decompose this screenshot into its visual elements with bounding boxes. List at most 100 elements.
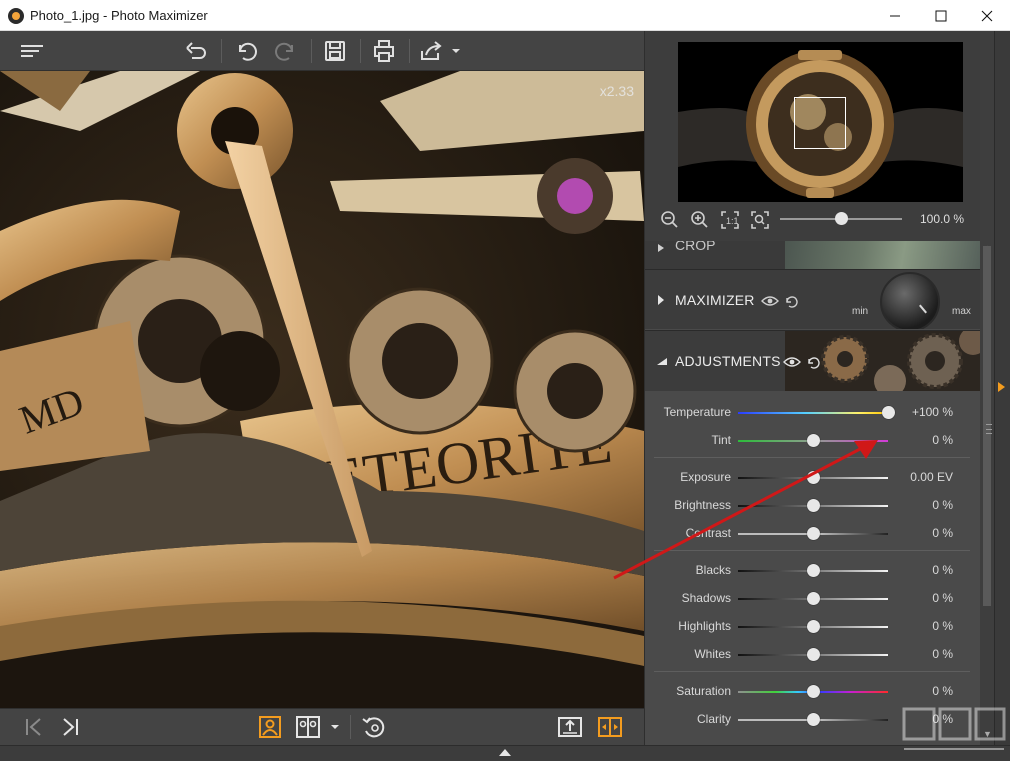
save-button[interactable] xyxy=(319,35,351,67)
navigator-thumbnail[interactable] xyxy=(678,42,963,202)
zoom-slider-handle[interactable] xyxy=(835,212,848,225)
image-canvas[interactable]: ETEORITE MD x2.33 xyxy=(0,71,644,708)
brightness-label: Brightness xyxy=(674,498,731,512)
adjustment-group-separator xyxy=(654,550,970,551)
zoom-factor-label: x2.33 xyxy=(599,83,634,99)
blacks-slider-handle[interactable] xyxy=(807,564,820,577)
resize-grip-icon[interactable] xyxy=(986,424,992,434)
adjustments-section-title: ADJUSTMENTS xyxy=(675,353,781,369)
brightness-slider-row: Brightness 0 % xyxy=(645,494,981,518)
view-dropdown-icon xyxy=(331,725,339,729)
temperature-slider-row: Temperature +100 % xyxy=(645,401,981,425)
actual-size-button[interactable] xyxy=(750,210,770,230)
undo-button[interactable] xyxy=(230,35,262,67)
exposure-label: Exposure xyxy=(680,470,731,484)
close-icon xyxy=(981,10,993,21)
split-view-button[interactable] xyxy=(594,711,626,743)
split-view-icon xyxy=(598,717,622,737)
temperature-slider-handle[interactable] xyxy=(882,406,895,419)
menu-icon xyxy=(21,45,43,57)
panel-scrollbar[interactable]: ▲ ▼ xyxy=(980,31,994,745)
adjustments-section-header[interactable]: ADJUSTMENTS xyxy=(645,330,981,391)
watch-photo: ETEORITE MD xyxy=(0,71,644,708)
whites-slider-row: Whites 0 % xyxy=(645,643,981,667)
fit-to-window-button[interactable]: 1:1 xyxy=(720,210,740,230)
saturation-label: Saturation xyxy=(676,684,731,698)
tint-slider-handle[interactable] xyxy=(807,434,820,447)
navigator-view-rectangle[interactable] xyxy=(794,97,846,149)
zoom-percentage: 100.0 % xyxy=(920,212,965,226)
blacks-slider-row: Blacks 0 % xyxy=(645,559,981,583)
clarity-slider-handle[interactable] xyxy=(807,713,820,726)
tint-label: Tint xyxy=(711,433,731,447)
first-image-icon xyxy=(26,718,41,736)
rotate-button[interactable] xyxy=(358,711,390,743)
knob-max-label: max xyxy=(952,306,971,317)
collapse-arrow-icon xyxy=(657,358,667,365)
maximizer-section-title: MAXIMIZER xyxy=(675,292,755,308)
menu-button[interactable] xyxy=(16,35,48,67)
navigator-panel: 1:1 100.0 % xyxy=(645,31,995,241)
print-icon xyxy=(374,40,394,62)
minimize-icon xyxy=(890,15,900,16)
title-bar: Photo_1.jpg - Photo Maximizer xyxy=(0,0,1010,31)
single-view-button[interactable] xyxy=(254,711,286,743)
contrast-slider-handle[interactable] xyxy=(807,527,820,540)
zoom-in-button[interactable] xyxy=(690,210,710,230)
brightness-slider-handle[interactable] xyxy=(807,499,820,512)
next-image-icon xyxy=(63,718,78,736)
maximizer-section-header[interactable]: MAXIMIZER min max xyxy=(645,269,981,329)
maximizer-knob[interactable] xyxy=(880,272,940,329)
window-title: Photo_1.jpg - Photo Maximizer xyxy=(30,8,208,23)
brightness-value: 0 % xyxy=(932,498,953,512)
compare-view-button[interactable] xyxy=(292,711,324,743)
clarity-label: Clarity xyxy=(696,712,731,726)
tint-value: 0 % xyxy=(932,433,953,447)
share-button[interactable] xyxy=(418,35,462,67)
saturation-slider-row: Saturation 0 % xyxy=(645,680,981,704)
panel-collapse-strip xyxy=(986,31,1010,745)
bottom-toolbar xyxy=(0,708,644,745)
crop-section-header[interactable]: CROP xyxy=(645,241,981,269)
exposure-value: 0.00 EV xyxy=(910,470,953,484)
exposure-slider-handle[interactable] xyxy=(807,471,820,484)
export-button[interactable] xyxy=(554,711,586,743)
highlights-slider-row: Highlights 0 % xyxy=(645,615,981,639)
compare-view-icon xyxy=(296,716,320,738)
whites-slider-handle[interactable] xyxy=(807,648,820,661)
show-filmstrip-icon[interactable] xyxy=(499,749,511,756)
temperature-slider-track[interactable] xyxy=(738,412,888,414)
print-button[interactable] xyxy=(368,35,400,67)
temperature-value: +100 % xyxy=(911,405,953,419)
app-logo-icon xyxy=(8,8,24,24)
reset-icon[interactable] xyxy=(784,294,798,308)
shadows-slider-handle[interactable] xyxy=(807,592,820,605)
saturation-slider-handle[interactable] xyxy=(807,685,820,698)
first-image-button[interactable] xyxy=(18,711,50,743)
minimize-button[interactable] xyxy=(872,0,918,31)
knob-min-label: min xyxy=(852,306,869,317)
undo-all-button[interactable] xyxy=(180,35,212,67)
blacks-label: Blacks xyxy=(695,563,731,577)
status-bar xyxy=(0,745,1010,761)
whites-value: 0 % xyxy=(932,647,953,661)
watermark-logo xyxy=(902,707,1006,750)
zoom-out-button[interactable] xyxy=(660,210,680,230)
main-toolbar xyxy=(0,31,644,71)
single-view-icon xyxy=(259,716,281,738)
toolbar-divider xyxy=(409,39,410,63)
collapse-panel-icon[interactable] xyxy=(998,382,1005,392)
preview-eye-icon[interactable] xyxy=(761,295,779,307)
close-button[interactable] xyxy=(964,0,1010,31)
export-icon xyxy=(558,717,582,737)
next-image-button[interactable] xyxy=(54,711,86,743)
redo-button[interactable] xyxy=(270,35,302,67)
preview-eye-icon[interactable] xyxy=(783,356,801,368)
highlights-label: Highlights xyxy=(678,619,731,633)
highlights-slider-handle[interactable] xyxy=(807,620,820,633)
reset-icon[interactable] xyxy=(806,355,820,369)
fit-icon: 1:1 xyxy=(721,211,739,229)
svg-text:1:1: 1:1 xyxy=(726,216,739,226)
view-dropdown-button[interactable] xyxy=(326,711,344,743)
maximize-button[interactable] xyxy=(918,0,964,31)
